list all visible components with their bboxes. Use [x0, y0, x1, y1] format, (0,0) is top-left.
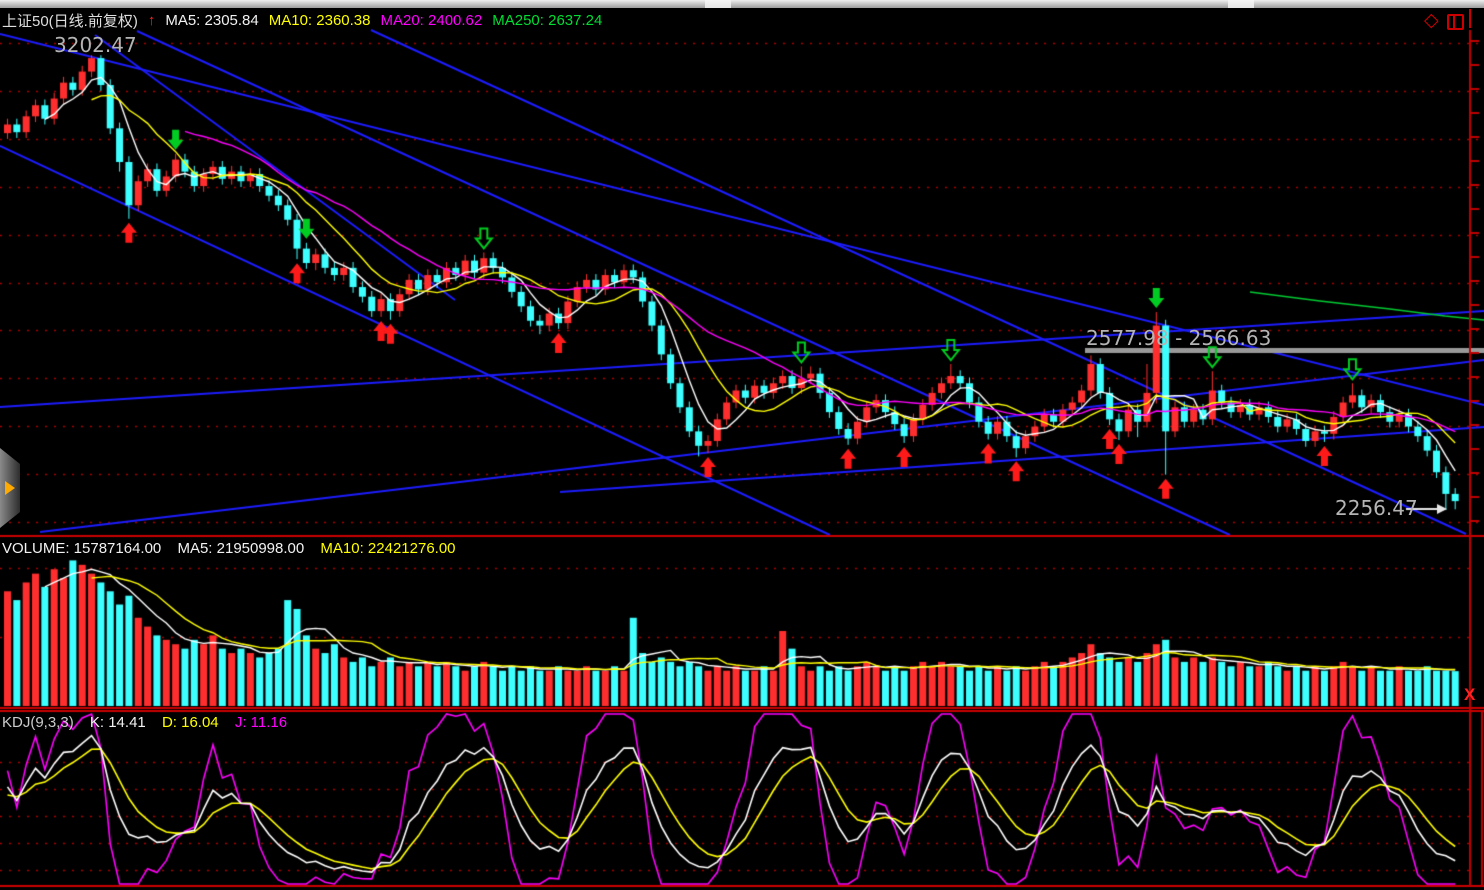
kdj-j-value: J: 11.16	[235, 714, 287, 731]
close-indicator-button[interactable]: X	[1464, 685, 1475, 705]
window-top-scrollbar[interactable]	[0, 0, 1484, 8]
symbol-title: 上证50(日线.前复权)	[2, 10, 138, 31]
ma5-value: MA5: 2305.84	[165, 12, 258, 29]
scrollbar-notch	[1228, 0, 1254, 8]
volume-value: VOLUME: 15787164.00	[2, 540, 161, 557]
split-window-icon-divider	[1453, 16, 1455, 28]
low-price-label: 2256.47	[1335, 496, 1418, 520]
ma250-value: MA250: 2637.24	[492, 12, 602, 29]
peak-price-label: 3202.47	[54, 33, 137, 57]
ma10-value: MA10: 2360.38	[269, 12, 371, 29]
kdj-k-value: K: 14.41	[90, 714, 146, 731]
chart-canvas[interactable]	[0, 0, 1484, 890]
split-window-icon[interactable]	[1447, 14, 1464, 30]
volume-ma5-value: MA5: 21950998.00	[177, 540, 304, 557]
up-arrow-icon: ↑	[148, 12, 156, 29]
kdj-pane-header: KDJ(9,3,3) K: 14.41 D: 16.04 J: 11.16	[2, 714, 299, 731]
scrollbar-notch	[705, 0, 731, 8]
volume-pane-header: VOLUME: 15787164.00 MA5: 21950998.00 MA1…	[2, 540, 468, 557]
kdj-d-value: D: 16.04	[162, 714, 219, 731]
trading-app-window: 上证50(日线.前复权) ↑ MA5: 2305.84 MA10: 2360.3…	[0, 0, 1484, 890]
diamond-icon[interactable]: ◇	[1424, 11, 1439, 30]
axis-top-notch	[1469, 9, 1471, 28]
kdj-indicator-name: KDJ(9,3,3)	[2, 714, 74, 731]
chart-header: 上证50(日线.前复权) ↑ MA5: 2305.84 MA10: 2360.3…	[2, 10, 612, 30]
ma20-value: MA20: 2400.62	[381, 12, 483, 29]
expander-arrow-icon	[5, 481, 15, 495]
volume-ma10-value: MA10: 22421276.00	[320, 540, 455, 557]
gap-price-label: 2577.98 - 2566.63	[1086, 326, 1271, 350]
